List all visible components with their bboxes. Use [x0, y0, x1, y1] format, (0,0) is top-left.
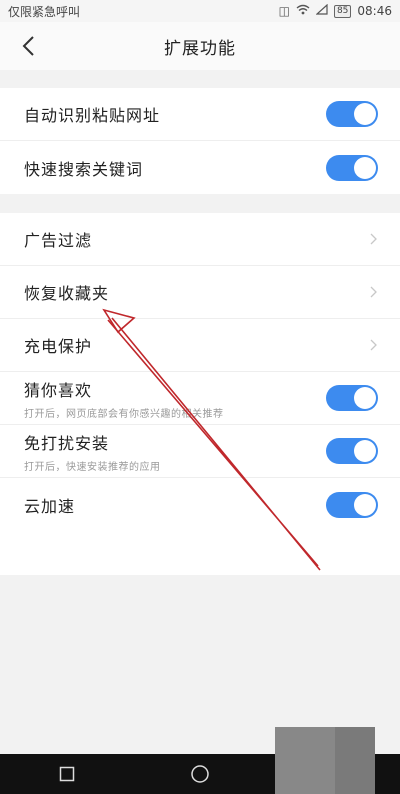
back-arrow-icon[interactable] [14, 32, 42, 60]
silent-install-toggle[interactable] [326, 438, 378, 464]
chevron-right-icon [370, 286, 377, 298]
auto-detect-url-toggle[interactable] [326, 101, 378, 127]
hd-icon: ◫ [278, 4, 290, 18]
battery-level: 85 [333, 4, 352, 18]
setting-label: 猜你喜欢 [24, 380, 93, 400]
toggle-knob [354, 387, 376, 409]
status-bar: 仅限紧急呼叫 ◫ 85 08:46 [0, 0, 400, 22]
setting-ad-filter[interactable]: 广告过滤 [0, 213, 400, 266]
carrier-text: 仅限紧急呼叫 [8, 4, 81, 19]
redaction-block [335, 727, 375, 794]
setting-label: 广告过滤 [24, 231, 93, 250]
toggle-knob [354, 156, 376, 179]
home-button[interactable] [170, 754, 230, 794]
page-title: 扩展功能 [164, 38, 236, 59]
recents-button[interactable] [37, 754, 97, 794]
cloud-acceleration-toggle[interactable] [326, 491, 378, 518]
app-header: 扩展功能 [0, 22, 400, 70]
setting-text: 猜你喜欢 打开后，网页底部会有你感兴趣的相关推荐 [24, 377, 224, 420]
toggle-knob [354, 440, 376, 462]
chevron-right-icon [370, 339, 377, 351]
toggle-knob [354, 493, 376, 516]
setting-cloud-acceleration: 云加速 [0, 478, 400, 531]
setting-auto-detect-url: 自动识别粘贴网址 [0, 88, 400, 141]
clock: 08:46 [357, 4, 392, 18]
quick-search-keywords-toggle[interactable] [326, 154, 378, 181]
setting-label: 快速搜索关键词 [24, 159, 144, 179]
setting-label: 云加速 [24, 496, 76, 516]
setting-quick-search-keywords: 快速搜索关键词 [0, 141, 400, 194]
chevron-right-icon [370, 233, 377, 245]
toggle-knob [354, 103, 376, 125]
status-icons: ◫ 85 08:46 [278, 3, 392, 18]
signal-icon [315, 3, 328, 18]
setting-silent-install: 免打扰安装 打开后，快速安装推荐的应用 [0, 425, 400, 478]
setting-description: 打开后，快速安装推荐的应用 [24, 461, 161, 473]
setting-charge-protection[interactable]: 充电保护 [0, 319, 400, 372]
setting-guess-you-like: 猜你喜欢 打开后，网页底部会有你感兴趣的相关推荐 [0, 372, 400, 425]
guess-you-like-toggle[interactable] [326, 385, 378, 411]
settings-group-2: 广告过滤 恢复收藏夹 充电保护 猜你喜欢 打开后，网页底部会有你感兴趣的相关推荐… [0, 213, 400, 575]
setting-description: 打开后，网页底部会有你感兴趣的相关推荐 [24, 408, 224, 420]
setting-text: 免打扰安装 打开后，快速安装推荐的应用 [24, 430, 161, 473]
setting-label: 充电保护 [24, 337, 93, 356]
wifi-icon [296, 4, 310, 18]
setting-label: 免打扰安装 [24, 433, 110, 453]
setting-label: 恢复收藏夹 [24, 284, 110, 303]
setting-label: 自动识别粘贴网址 [24, 106, 161, 125]
setting-restore-bookmarks[interactable]: 恢复收藏夹 [0, 266, 400, 319]
settings-group-1: 自动识别粘贴网址 快速搜索关键词 [0, 88, 400, 194]
